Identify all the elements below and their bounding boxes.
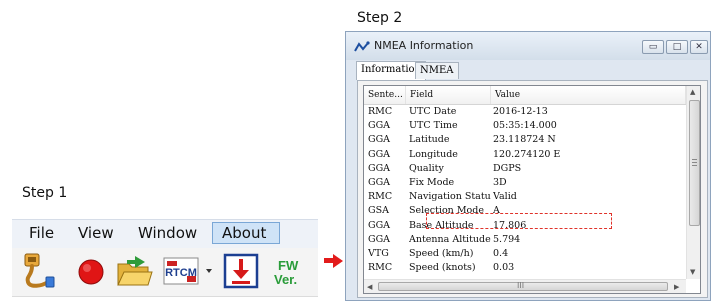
- horizontal-scroll-thumb[interactable]: III: [378, 281, 668, 291]
- value-cell: DGPS: [493, 162, 522, 174]
- field-cell: Selection Mode: [409, 205, 484, 217]
- record-icon[interactable]: [72, 252, 110, 290]
- value-cell: 23.118724 N: [493, 134, 556, 146]
- menu-bar: File View Window About: [12, 219, 318, 249]
- scroll-right-icon[interactable]: ▶: [674, 283, 679, 291]
- sentence-cell: RMC: [368, 262, 393, 274]
- value-cell: 0.4: [493, 247, 509, 259]
- list-header: Sente... Field Value: [364, 86, 686, 105]
- value-cell: 2016-12-13: [493, 106, 548, 117]
- field-cell: UTC Time: [409, 120, 458, 132]
- value-cell: 0.03: [493, 262, 515, 274]
- field-cell: Speed (km/h): [409, 247, 474, 259]
- sentence-cell: GGA: [368, 134, 391, 146]
- table-row[interactable]: GGA Longitude 120.274120 E: [364, 148, 686, 162]
- value-cell: 120.274120 E: [493, 148, 561, 160]
- scroll-down-icon[interactable]: ▼: [690, 268, 695, 276]
- table-row[interactable]: GGA Fix Mode 3D: [364, 176, 686, 190]
- sentence-cell: RMC: [368, 191, 393, 203]
- table-row[interactable]: RMC UTC Date 2016-12-13: [364, 105, 686, 119]
- value-cell: 17.806: [493, 219, 527, 231]
- column-header-field[interactable]: Field: [406, 86, 491, 104]
- horizontal-scrollbar[interactable]: ◀ III ▶: [364, 279, 686, 293]
- nmea-field-list[interactable]: Sente... Field Value RMC UTC Date 2016-12-…: [363, 85, 701, 294]
- value-cell: A: [493, 205, 500, 217]
- value-cell: 3D: [493, 176, 507, 188]
- fw-label: FW: [278, 258, 299, 273]
- scroll-left-icon[interactable]: ◀: [367, 283, 372, 291]
- column-header-value[interactable]: Value: [491, 86, 686, 104]
- download-firmware-icon[interactable]: [222, 252, 260, 290]
- app-signal-icon: [354, 40, 370, 52]
- vertical-scroll-thumb[interactable]: [689, 100, 700, 226]
- toolbar: RTCM FW Ver.: [12, 248, 318, 297]
- field-cell: Quality: [409, 162, 444, 174]
- firmware-version-button[interactable]: FW Ver.: [270, 252, 312, 290]
- scroll-up-icon[interactable]: ▲: [690, 88, 695, 96]
- table-row[interactable]: GSA Selection Mode A: [364, 204, 686, 218]
- field-cell: Longitude: [409, 148, 458, 160]
- value-cell: 5.794: [493, 233, 521, 245]
- minimize-button[interactable]: ▭: [642, 40, 664, 54]
- field-cell: UTC Date: [409, 106, 457, 117]
- table-row[interactable]: VTG Speed (km/h) 0.4: [364, 247, 686, 261]
- step-1-label: Step 1: [22, 185, 68, 201]
- menu-about[interactable]: About: [212, 222, 280, 244]
- menu-file[interactable]: File: [29, 224, 54, 242]
- scroll-grip: III: [517, 281, 525, 290]
- maximize-button[interactable]: □: [666, 40, 688, 54]
- field-cell: Fix Mode: [409, 176, 455, 188]
- value-cell: 05:35:14.000: [493, 120, 557, 132]
- table-row[interactable]: GGA UTC Time 05:35:14.000: [364, 119, 686, 133]
- sentence-cell: GGA: [368, 233, 391, 245]
- value-cell: Valid: [493, 191, 517, 203]
- rtcm-dropdown-arrow-icon[interactable]: [205, 252, 213, 290]
- vertical-scrollbar[interactable]: ▲ ▼: [686, 86, 700, 279]
- list-rows: RMC UTC Date 2016-12-13 GGA UTC Time 05:35:14…: [364, 105, 686, 275]
- field-cell: Navigation Status: [409, 191, 491, 203]
- table-row[interactable]: RMC Speed (knots) 0.03: [364, 261, 686, 275]
- sentence-cell: GGA: [368, 219, 391, 231]
- field-cell: Base Altitude: [409, 219, 474, 231]
- sentence-cell: VTG: [368, 247, 389, 259]
- ver-label: Ver.: [274, 272, 298, 287]
- field-cell: Speed (knots): [409, 262, 476, 274]
- field-cell: Antenna Altitude: [409, 233, 491, 245]
- sentence-cell: GGA: [368, 120, 391, 132]
- sentence-cell: GGA: [368, 162, 391, 174]
- window-title: NMEA Information: [374, 39, 474, 52]
- rtcm-label: RTCM: [165, 267, 197, 279]
- tab-nmea[interactable]: NMEA: [415, 62, 459, 79]
- column-header-sentence[interactable]: Sente...: [364, 86, 406, 104]
- menu-window[interactable]: Window: [138, 224, 197, 242]
- sentence-cell: GSA: [368, 205, 389, 217]
- sentence-cell: GGA: [368, 176, 391, 188]
- close-icon[interactable]: ✕: [690, 40, 708, 54]
- step-2-label: Step 2: [357, 10, 403, 26]
- information-panel: Sente... Field Value RMC UTC Date 2016-12-…: [357, 80, 708, 298]
- nmea-information-window: NMEA Information ▭ □ ✕ Information NMEA …: [345, 31, 711, 301]
- menu-view[interactable]: View: [78, 224, 114, 242]
- connect-cable-icon[interactable]: [18, 252, 56, 290]
- table-row[interactable]: GGA Latitude 23.118724 N: [364, 133, 686, 147]
- rtcm-icon[interactable]: RTCM: [163, 252, 203, 290]
- field-cell: Latitude: [409, 134, 450, 146]
- table-row[interactable]: RMC Navigation Status Valid: [364, 190, 686, 204]
- red-arrow-icon: [333, 254, 343, 268]
- sentence-cell: GGA: [368, 148, 391, 160]
- title-bar: NMEA Information ▭ □ ✕: [346, 32, 710, 60]
- open-folder-icon[interactable]: [115, 252, 153, 290]
- sentence-cell: RMC: [368, 106, 393, 117]
- table-row[interactable]: GGA Antenna Altitude 5.794: [364, 233, 686, 247]
- table-row[interactable]: GGA Base Altitude 17.806: [364, 219, 686, 233]
- table-row[interactable]: GGA Quality DGPS: [364, 162, 686, 176]
